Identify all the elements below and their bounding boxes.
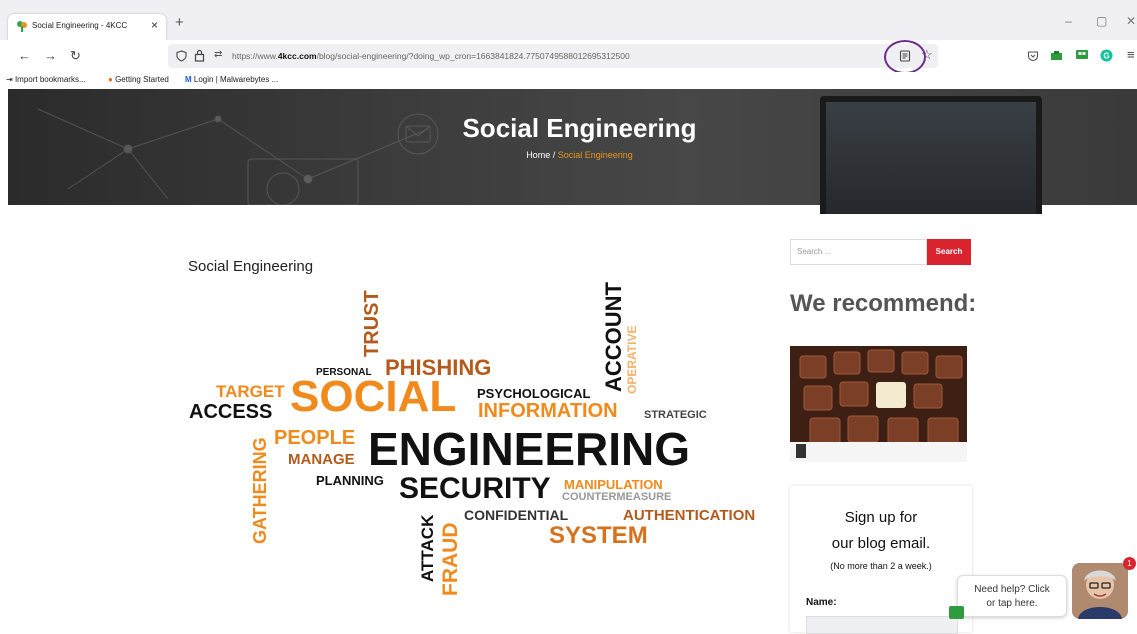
word-attack: ATTACK [418,514,437,582]
word-access: ACCESS [189,401,273,423]
word-manipulation: MANIPULATION [564,477,663,492]
page-title: Social Engineering [462,113,697,143]
chat-avatar[interactable] [1072,563,1128,619]
chat-prompt[interactable]: Need help? Click or tap here. [957,575,1067,617]
url-text[interactable]: https://www.4kcc.com/blog/social-enginee… [232,51,630,61]
word-authentication: AUTHENTICATION [623,507,756,524]
word-account: ACCOUNT [601,282,626,392]
tab-close-icon[interactable]: × [151,18,158,32]
word-planning: PLANNING [316,473,384,488]
permissions-icon[interactable]: ⇄ [214,49,222,60]
pocket-icon[interactable] [1027,50,1039,62]
word-psychological: PSYCHOLOGICAL [477,386,591,401]
signup-note: (No more than 2 a week.) [830,561,932,571]
word-information: INFORMATION [478,400,618,422]
word-personal: PERSONAL [316,367,372,378]
site-favicon-icon [17,21,27,32]
bookmarks-bar [0,72,1137,89]
browser-tab[interactable]: Social Engineering - 4KCC × [8,14,166,40]
bookmark-import[interactable]: ⇥ Import bookmarks... [6,75,86,84]
post-title: Social Engineering [188,258,314,275]
shield-icon[interactable] [176,50,187,62]
close-window-button[interactable]: ✕ [1126,14,1136,28]
chat-icon[interactable] [949,606,964,619]
tab-title: Social Engineering - 4KCC [32,21,128,30]
word-fraud: FRAUD [439,522,462,597]
chocolate-ad-image[interactable] [790,346,967,462]
search-input[interactable]: Search ... [790,239,927,265]
reload-icon[interactable]: ↻ [70,48,81,64]
word-phishing: PHISHING [385,355,492,380]
chocolate-box-icon [790,346,967,462]
import-icon: ⇥ [6,75,15,84]
word-people: PEOPLE [274,427,356,449]
word-target: TARGET [216,382,285,401]
breadcrumb: Home / Social Engineering [0,150,1137,160]
word-operative: OPERATIVE [625,325,639,394]
highlight-circle [884,40,926,74]
svg-text:G: G [1103,52,1109,61]
word-gathering: GATHERING [250,437,270,544]
tab-strip [0,0,1137,40]
word-trust: TRUST [361,290,383,357]
breadcrumb-home-link[interactable]: Home [526,150,550,160]
new-tab-button[interactable]: + [175,14,184,31]
bookmark-malwarebytes[interactable]: M Login | Malwarebytes ... [185,75,278,84]
extension-monitor-icon[interactable] [1075,49,1089,62]
extension-green-icon[interactable] [1050,50,1063,62]
word-engineering: ENGINEERING [368,423,691,475]
word-confidential: CONFIDENTIAL [464,507,569,523]
bookmark-getting-started[interactable]: ● Getting Started [108,75,169,84]
firefox-icon: ● [108,75,116,84]
recommend-heading: We recommend: [790,290,977,317]
name-field[interactable] [806,616,958,634]
signup-title: Sign up for our blog email. [831,509,931,552]
person-avatar-icon [1072,563,1128,619]
lock-icon[interactable] [194,49,205,62]
restore-button[interactable]: ▢ [1096,14,1107,28]
grammarly-icon[interactable]: G [1100,49,1113,62]
notification-badge: 1 [1123,557,1136,570]
word-manage: MANAGE [288,451,355,468]
name-label: Name: [806,597,837,608]
breadcrumb-separator: / [552,150,556,160]
word-system: SYSTEM [549,522,648,549]
forward-arrow-icon[interactable]: → [44,48,57,63]
word-social: SOCIAL [290,372,457,421]
word-countermeasure: COUNTERMEASURE [562,491,672,503]
menu-icon[interactable]: ≡ [1127,47,1135,62]
minimize-button[interactable]: – [1065,14,1072,28]
malwarebytes-icon: M [185,75,194,84]
breadcrumb-current: Social Engineering [557,150,633,160]
back-arrow-icon[interactable]: ← [18,48,31,63]
word-security: SECURITY [399,472,551,505]
word-strategic: STRATEGIC [644,409,707,421]
search-button[interactable]: Search [927,239,971,265]
